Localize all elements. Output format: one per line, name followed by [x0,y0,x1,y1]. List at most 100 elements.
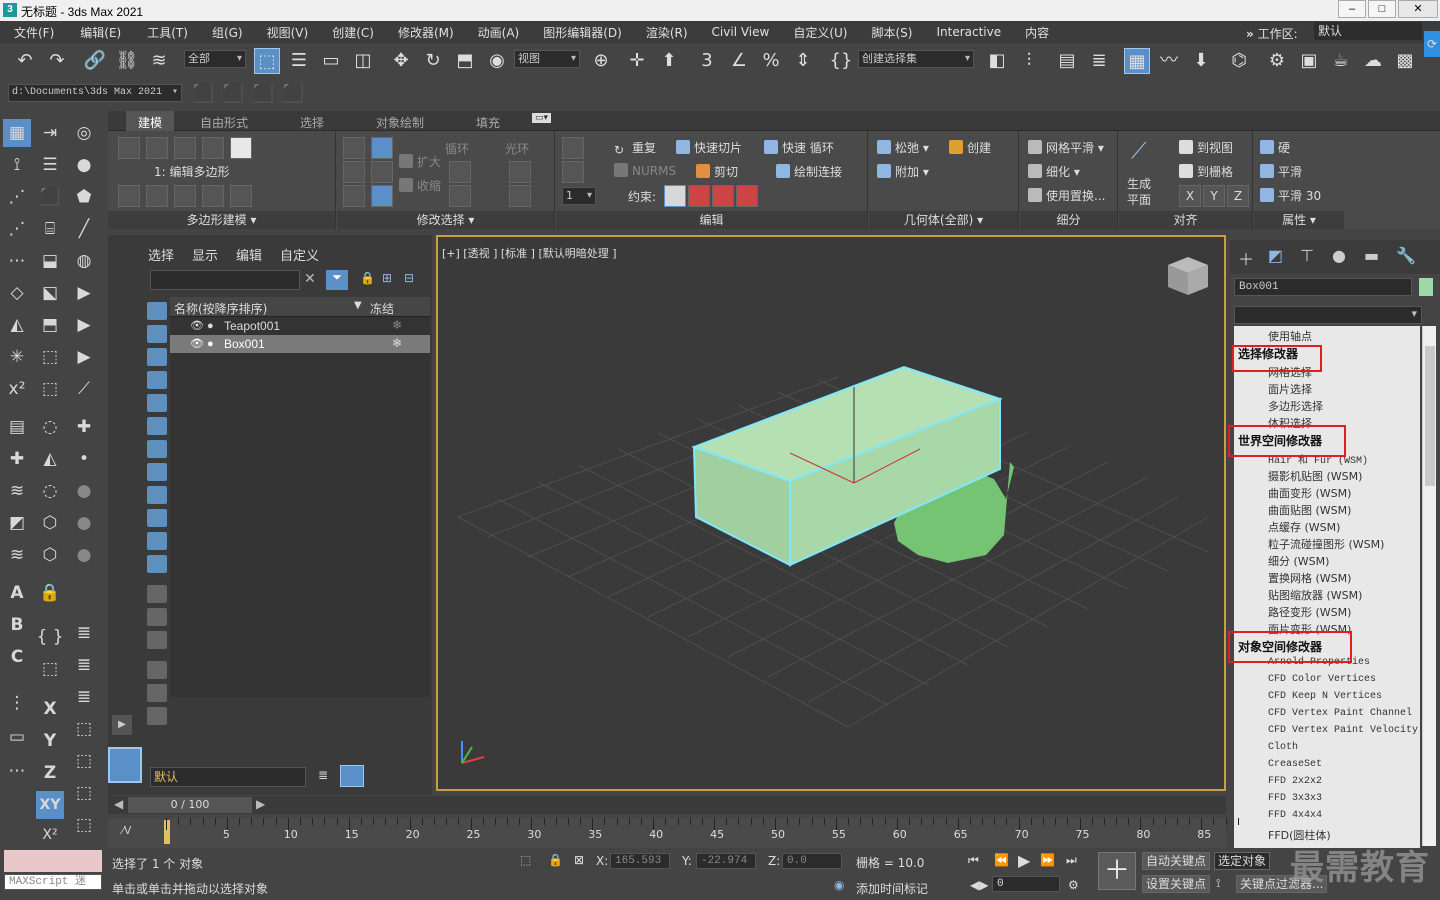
tool-f3-icon[interactable]: ▶ [70,311,98,339]
lock-icon[interactable]: 🔒 [36,579,64,607]
render-icon[interactable]: ☕ [1328,48,1354,74]
lock-selection-icon[interactable]: 🔒 [360,271,375,285]
text-c-icon[interactable]: C [3,643,31,671]
modifier-item[interactable]: 路径变形 (WSM) [1268,604,1351,620]
render-setup-icon[interactable]: ⚙ [1264,48,1290,74]
key-filter-icon[interactable]: ⟟ [1216,876,1220,891]
select-by-name-icon[interactable]: ☰ [286,48,312,74]
nurms-button[interactable]: NURMS [614,163,676,178]
filter-spacewarps-icon[interactable] [147,417,167,435]
tab-object-paint[interactable]: 对象绘制 [376,114,424,131]
modifier-item[interactable]: 面片选择 [1268,381,1312,397]
tool-a3-icon[interactable]: ● [70,151,98,179]
trackbar[interactable]: ⁄V 5 10 15 20 25 30 35 40 45 50 55 60 65 70 75 80 85 [108,818,1239,848]
modifier-item[interactable]: FFD 2x2x2 [1268,776,1322,787]
axis-y-icon[interactable]: Y [36,727,64,755]
unlink-icon[interactable]: ⛓ [114,48,140,74]
align-icon[interactable]: ⫶ [1016,48,1042,74]
genplane-icon[interactable]: ⟋ [1131,139,1146,164]
menu-scripting[interactable]: 脚本(S) [871,24,912,41]
place-icon[interactable]: ◉ [484,48,510,74]
dotgrid-a-icon[interactable]: ⋮ [3,689,31,717]
auto-key-button[interactable]: 自动关键点 [1142,852,1211,870]
modifier-item[interactable]: CreaseSet [1268,759,1322,770]
object-name-input[interactable]: Box001 [1234,278,1412,296]
time-config-icon[interactable]: ⚙ [1068,878,1079,892]
tool-j2-icon[interactable]: ◭ [36,445,64,473]
select-manipulate-icon[interactable]: ✛ [624,48,650,74]
explorer-menu-select[interactable]: 选择 [148,245,174,264]
tool-j1-icon[interactable]: ✚ [3,445,31,473]
named-selection-dropdown[interactable]: 创建选择集 [858,50,974,68]
meshsmooth-button[interactable]: 网格平滑 ▾ [1028,139,1104,156]
menu-create[interactable]: 创建(C) [332,24,374,41]
selection-lock-icon[interactable]: 🔒 [548,853,563,867]
x-coordinate[interactable]: 165.593 [610,853,670,869]
attach-button[interactable]: 附加 ▾ [877,163,929,180]
tool-d2-icon[interactable]: ⬓ [36,247,64,275]
ribbon-options-icon[interactable]: ▭▾ [532,113,552,123]
select-window-icon[interactable]: ⇥ [36,119,64,147]
tool-a2-icon[interactable]: ☰ [36,151,64,179]
snap-3d-icon[interactable]: 3 [694,48,720,74]
display-none-icon[interactable] [147,608,167,626]
tool-f2-icon[interactable]: ⬒ [36,311,64,339]
a360-icon[interactable]: ▩ [1392,48,1418,74]
ribbon-toggle-icon[interactable]: ▦ [1124,48,1150,74]
tool-l2-icon[interactable]: ⬡ [36,509,64,537]
minimize-button[interactable]: – [1338,0,1366,18]
tool-l1-icon[interactable]: ◩ [3,509,31,537]
modifier-item[interactable]: 贴图缩放器 (WSM) [1268,587,1362,603]
column-name[interactable]: 名称(按降序排序) [174,300,267,317]
modifier-item[interactable]: CFD Keep N Vertices [1268,691,1382,702]
tool-p3-icon[interactable]: ⬚ [70,715,98,743]
tessellate-button[interactable]: 细化 ▾ [1028,163,1080,180]
sort-arrow-icon[interactable]: ▼ [354,300,362,311]
poly-tool-3-icon[interactable] [174,185,196,207]
tool-k2-icon[interactable]: ◌ [36,477,64,505]
scale-icon[interactable]: ⬒ [452,48,478,74]
smooth-button[interactable]: 平滑 [1260,163,1302,180]
modifier-item[interactable]: CFD Vertex Paint Velocity [1268,725,1418,736]
maxscript-input[interactable]: MAXScript 迷 [4,874,102,890]
funnel-b-icon[interactable] [147,684,167,702]
render-cloud-icon[interactable]: ☁ [1360,48,1386,74]
loop-label[interactable]: 循环 [445,140,469,157]
rect-selection-icon[interactable]: ▭ [318,48,344,74]
filter-xrefs-icon[interactable] [147,463,167,481]
window-crossing-icon[interactable]: ◫ [350,48,376,74]
menu-edit[interactable]: 编辑(E) [80,24,121,41]
section-footer-subdivision[interactable]: 细分 [1020,211,1117,229]
tool-b3-icon[interactable]: ⬟ [70,183,98,211]
perspective-viewport[interactable]: [+] [透视 ] [标准 ] [默认明暗处理 ] [436,235,1226,791]
select-object-icon[interactable]: ⬚ [254,48,280,74]
undo-icon[interactable]: ↶ [12,48,38,74]
menu-animation[interactable]: 动画(A) [478,24,520,41]
layer-manager-icon[interactable]: ≣ [318,768,328,782]
modifier-item[interactable]: CFD Color Vertices [1268,674,1376,685]
repeat-button[interactable]: ↻ 重复 [614,139,656,157]
filter-icon[interactable]: ⏷ [326,270,348,290]
modifier-item[interactable]: CFD Vertex Paint Channel [1268,708,1412,719]
table-row[interactable]: 👁 ● Box001 ❄ [170,335,430,353]
filter-groups-icon[interactable] [147,440,167,458]
loop-grow-icon[interactable] [449,161,471,183]
selected-object-dropdown[interactable]: 选定对象 [1214,852,1271,870]
current-frame-input[interactable]: 0 [992,876,1060,892]
toview-button[interactable]: 到视图 [1179,139,1233,156]
freeze-icon[interactable]: ❄ [392,336,402,350]
selection-grid-icon[interactable]: ▦ [3,119,31,147]
tool-b1-icon[interactable]: ⋰ [3,183,31,211]
absolute-mode-icon[interactable]: ⊠ [574,853,584,867]
sync-icon[interactable]: ⟳ [1424,31,1440,57]
menu-view[interactable]: 视图(V) [267,24,309,41]
object-color-swatch[interactable] [1419,278,1433,296]
tool-i1-icon[interactable]: ▤ [3,413,31,441]
tool-k1-icon[interactable]: ≋ [3,477,31,505]
relax-button[interactable]: 松弛 ▾ [877,139,929,156]
quickloop-button[interactable]: 快速 循环 [764,139,834,156]
project-path-dropdown[interactable]: d:\Documents\3ds Max 2021 [8,84,182,102]
explorer-search-input[interactable] [150,270,300,290]
tool-a1-icon[interactable]: ⟟ [3,151,31,179]
tool-g3-icon[interactable]: ▶ [70,343,98,371]
